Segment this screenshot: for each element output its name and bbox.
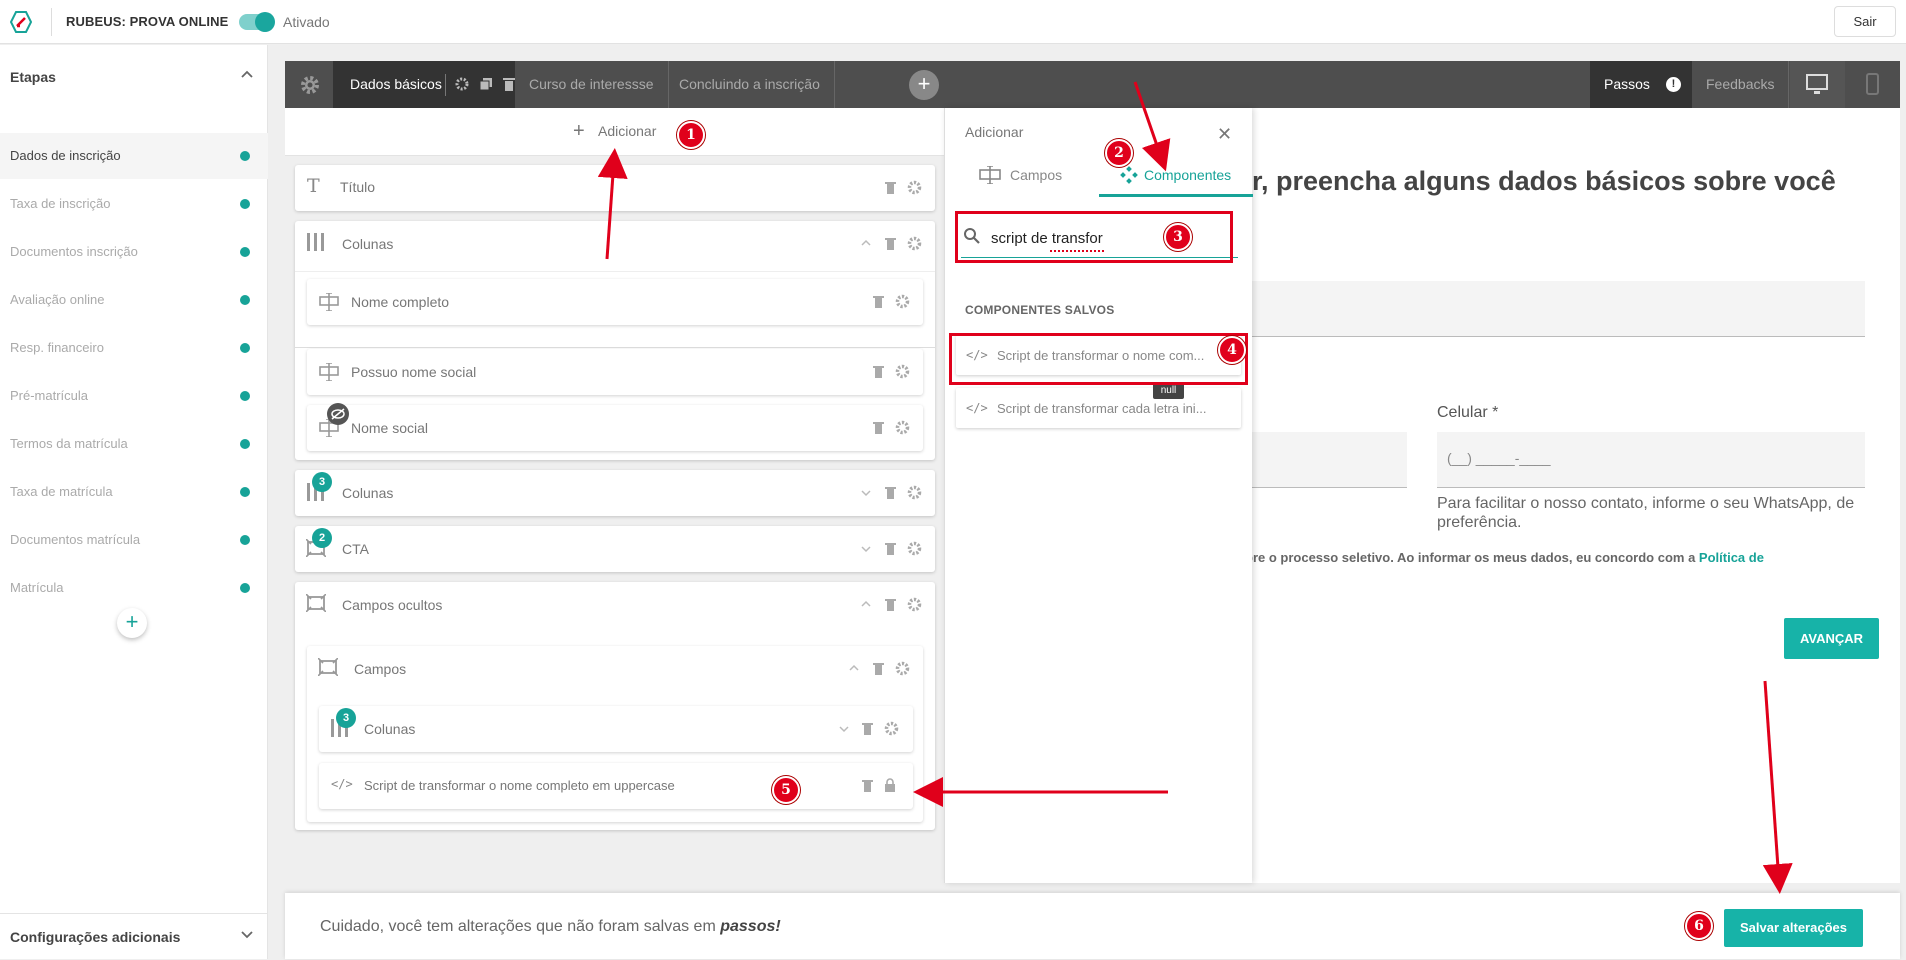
annotation-number: 6 (1685, 912, 1713, 940)
annotation-arrow-2 (1133, 81, 1171, 172)
annotation-arrow-6 (1762, 680, 1793, 894)
annotation-number: 3 (1164, 223, 1192, 251)
annotation-arrow-1 (597, 148, 628, 260)
annotation-number: 4 (1218, 336, 1246, 364)
annotation-arrows (597, 81, 1793, 894)
annotation-number: 2 (1105, 139, 1133, 167)
annotation-number: 5 (772, 776, 800, 804)
annotation-number: 1 (677, 121, 705, 149)
annotation-box-result (949, 333, 1248, 385)
